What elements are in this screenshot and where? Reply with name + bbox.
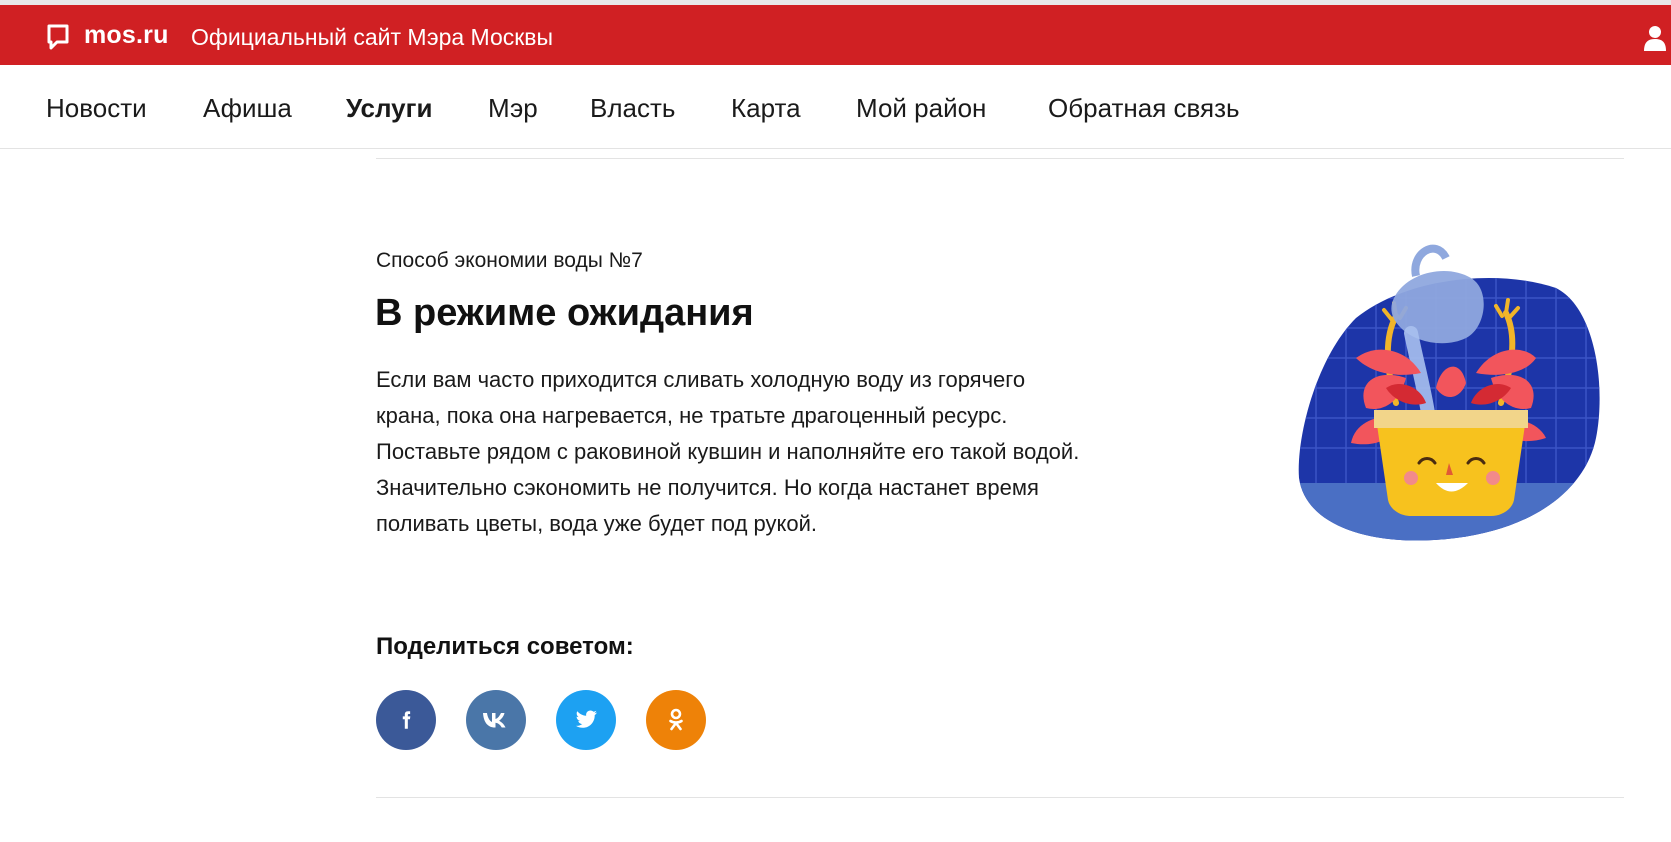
- nav-item-afisha[interactable]: Афиша: [203, 93, 292, 124]
- facebook-icon: [402, 711, 411, 729]
- nav-item-government[interactable]: Власть: [590, 93, 675, 124]
- plant-pot-illustration: [1298, 244, 1600, 541]
- share-facebook-button[interactable]: [376, 690, 436, 750]
- user-icon[interactable]: [1643, 25, 1667, 51]
- top-divider: [376, 158, 1624, 159]
- vk-icon: [483, 713, 506, 728]
- body-line: Поставьте рядом с раковиной кувшин и нап…: [376, 439, 1080, 464]
- article-body: Если вам часто приходится сливать холодн…: [376, 362, 1216, 542]
- article-title: В режиме ожидания: [375, 292, 754, 334]
- body-line: поливать цветы, вода уже будет под рукой…: [376, 511, 818, 536]
- top-bar: mos.ru Официальный сайт Мэра Москвы: [0, 0, 1671, 65]
- ok-icon: [669, 708, 683, 731]
- nav-item-feedback[interactable]: Обратная связь: [1048, 93, 1240, 124]
- brand-logo[interactable]: mos.ru: [84, 21, 169, 50]
- bottom-divider: [376, 797, 1624, 798]
- nav-item-mayor[interactable]: Мэр: [488, 93, 538, 124]
- body-line: Если вам часто приходится сливать холодн…: [376, 367, 1026, 392]
- nav-item-services[interactable]: Услуги: [346, 93, 432, 124]
- share-title: Поделиться советом:: [376, 633, 634, 660]
- yellow-pot: [1374, 410, 1528, 516]
- nav-item-my-district[interactable]: Мой район: [856, 93, 986, 124]
- speech-bubble-logo-icon[interactable]: [46, 23, 70, 51]
- article-eyebrow: Способ экономии воды №7: [376, 249, 643, 272]
- share-twitter-button[interactable]: [556, 690, 616, 750]
- body-line: Значительно сэкономить не получится. Но …: [376, 475, 1039, 500]
- site-title[interactable]: Официальный сайт Мэра Москвы: [191, 24, 553, 51]
- share-vk-button[interactable]: [466, 690, 526, 750]
- body-line: крана, пока она нагревается, не тратьте …: [376, 403, 1008, 428]
- twitter-icon: [575, 710, 597, 728]
- main-nav: Новости Афиша Услуги Мэр Власть Карта Мо…: [0, 65, 1671, 149]
- nav-item-news[interactable]: Новости: [46, 93, 147, 124]
- nav-item-map[interactable]: Карта: [731, 93, 801, 124]
- share-ok-button[interactable]: [646, 690, 706, 750]
